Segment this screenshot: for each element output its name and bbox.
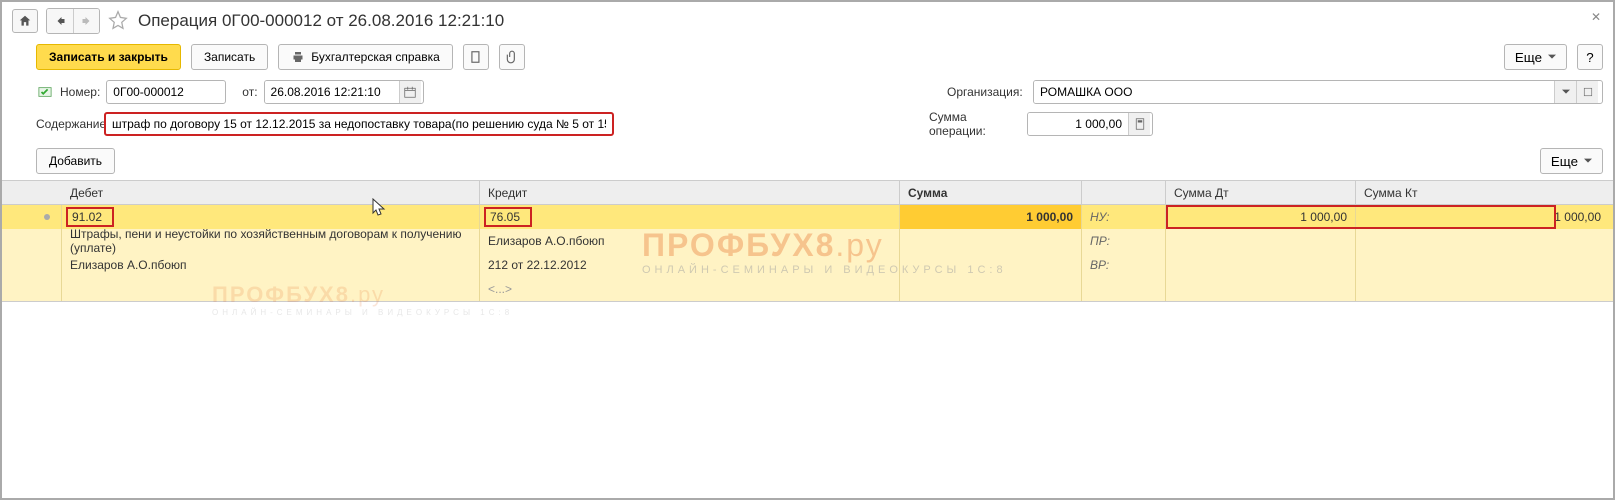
header-sumkt: Сумма Кт (1356, 181, 1613, 204)
copy-button[interactable] (463, 44, 489, 70)
window-title: Операция 0Г00-000012 от 26.08.2016 12:21… (138, 11, 504, 31)
close-icon[interactable]: ✕ (1591, 10, 1601, 24)
number-label: Номер: (60, 85, 100, 99)
org-label: Организация: (947, 85, 1027, 99)
header-credit: Кредит (480, 181, 900, 204)
table-more-button[interactable]: Еще (1540, 148, 1603, 174)
from-label: от: (242, 85, 257, 99)
sum-kt-value[interactable]: 1 000,00 (1356, 205, 1613, 229)
chevron-down-icon (1548, 53, 1556, 61)
debit-desc: Штрафы, пени и неустойки по хозяйственны… (62, 229, 480, 253)
header-debit: Дебет (62, 181, 480, 204)
operation-sum-input[interactable] (1028, 113, 1128, 135)
document-icon (469, 50, 483, 64)
credit-sub: 212 от 22.12.2012 (480, 253, 900, 277)
row-pr-label: ПР: (1082, 229, 1166, 253)
attach-button[interactable] (499, 44, 525, 70)
arrow-right-icon (81, 15, 93, 27)
organization-input[interactable] (1034, 81, 1554, 103)
posting-row[interactable]: 91.02 76.05 1 000,00 НУ: 1 000,00 1 000,… (2, 205, 1613, 229)
add-row-button[interactable]: Добавить (36, 148, 115, 174)
calculator-button[interactable] (1128, 113, 1150, 135)
favorite-star-icon[interactable] (108, 10, 130, 32)
credit-account[interactable]: 76.05 (484, 207, 532, 227)
org-select-button[interactable] (1554, 81, 1576, 103)
date-input[interactable] (265, 81, 399, 103)
posted-indicator-icon (36, 83, 54, 101)
header-sum: Сумма (900, 181, 1082, 204)
more-label: Еще (1515, 50, 1542, 65)
posting-subrow[interactable]: Елизаров А.О.пбоюп 212 от 22.12.2012 ВР: (2, 253, 1613, 277)
save-and-close-button[interactable]: Записать и закрыть (36, 44, 181, 70)
posting-subrow[interactable]: Штрафы, пени и неустойки по хозяйственны… (2, 229, 1613, 253)
calendar-button[interactable] (399, 81, 421, 103)
chevron-down-icon (1584, 157, 1592, 165)
more-button[interactable]: Еще (1504, 44, 1567, 70)
credit-desc: Елизаров А.О.пбоюп (480, 229, 900, 253)
row-vr-label: ВР: (1082, 253, 1166, 277)
paperclip-icon (505, 50, 519, 64)
home-icon (18, 14, 32, 28)
calculator-icon (1135, 118, 1145, 130)
debit-account[interactable]: 91.02 (66, 207, 114, 227)
row-marker (32, 205, 62, 229)
save-button[interactable]: Записать (191, 44, 268, 70)
home-button[interactable] (12, 9, 38, 33)
back-button[interactable] (47, 9, 73, 33)
header-type (1082, 181, 1166, 204)
help-button[interactable]: ? (1577, 44, 1603, 70)
cursor-icon (372, 198, 386, 216)
accounting-ref-button[interactable]: Бухгалтерская справка (278, 44, 453, 70)
accounting-ref-label: Бухгалтерская справка (311, 50, 440, 64)
header-sumdt: Сумма Дт (1166, 181, 1356, 204)
credit-ellipsis: <...> (480, 277, 900, 301)
row-handle-icon (42, 212, 52, 222)
org-open-button[interactable] (1576, 81, 1598, 103)
forward-button[interactable] (73, 9, 99, 33)
debit-sub: Елизаров А.О.пбоюп (62, 253, 480, 277)
posting-sum[interactable]: 1 000,00 (900, 205, 1082, 229)
content-label: Содержание: (36, 117, 98, 131)
number-input[interactable] (106, 80, 226, 104)
arrow-left-icon (54, 15, 66, 27)
table-more-label: Еще (1551, 154, 1578, 169)
open-icon (1583, 87, 1593, 97)
content-input[interactable] (104, 112, 614, 136)
row-nu-label: НУ: (1082, 205, 1166, 229)
calendar-icon (404, 86, 416, 98)
posting-subrow[interactable]: <...> (2, 277, 1613, 301)
table-header: Дебет Кредит Сумма Сумма Дт Сумма Кт (2, 181, 1613, 205)
opsum-label: Сумма операции: (929, 110, 1021, 138)
printer-icon (291, 51, 305, 63)
postings-table: Дебет Кредит Сумма Сумма Дт Сумма Кт 91.… (2, 180, 1613, 302)
chevron-down-icon (1562, 88, 1570, 96)
sum-dt-value[interactable]: 1 000,00 (1166, 205, 1356, 229)
